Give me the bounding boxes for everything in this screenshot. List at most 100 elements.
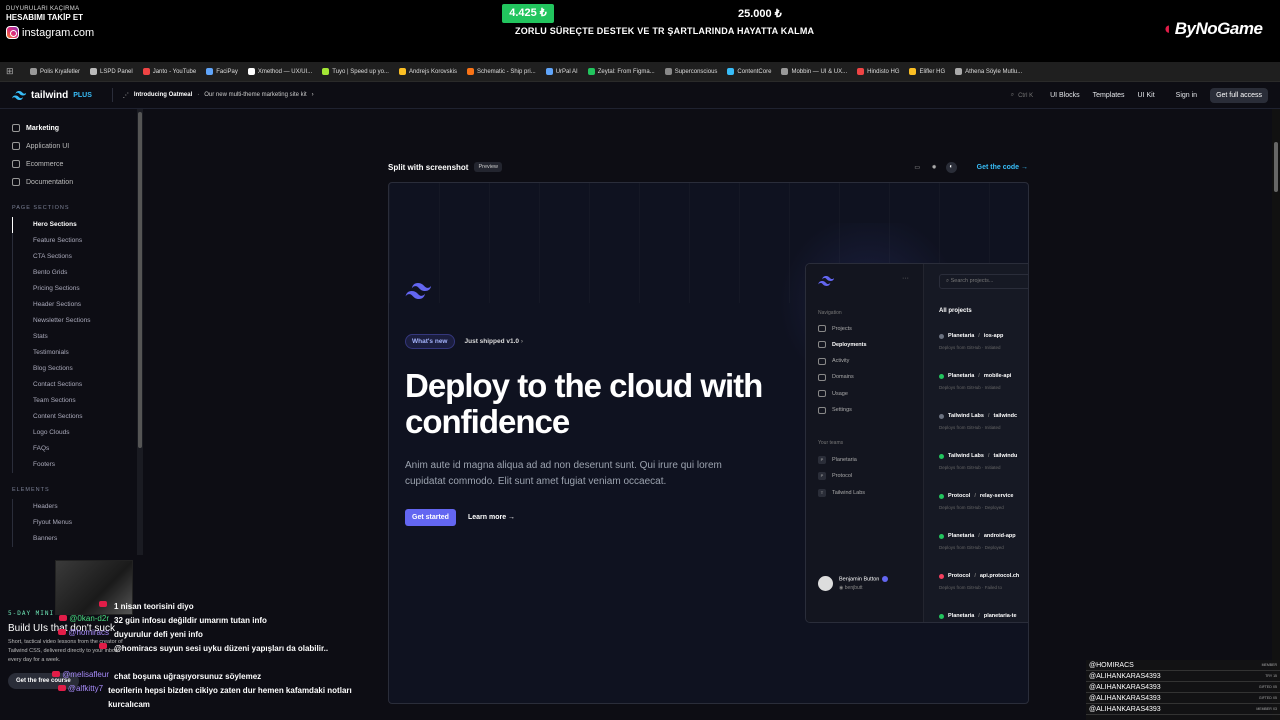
- page-scrollbar[interactable]: [1272, 109, 1280, 720]
- bookmark-item[interactable]: UrPal AI: [545, 68, 578, 75]
- app-team-item[interactable]: P Planetaria: [818, 456, 857, 464]
- bookmark-item[interactable]: Hindisto HG: [857, 68, 899, 75]
- app-search-input[interactable]: ⌕ Search projects...: [939, 274, 1028, 289]
- project-name: Planetaria / android-app: [939, 533, 1028, 539]
- bookmark-item[interactable]: Zeytal: From Figma...: [587, 68, 655, 75]
- sun-icon[interactable]: ✹: [929, 162, 940, 173]
- search-button[interactable]: ⌕ Ctrl K: [1011, 92, 1033, 99]
- sidebar-subitem[interactable]: Contact Sections: [12, 377, 144, 393]
- learn-more-link[interactable]: Learn more →: [468, 514, 515, 521]
- project-meta: Deploys from GitHub · Deployed: [939, 505, 1004, 510]
- just-shipped-link[interactable]: Just shipped v1.0 ›: [465, 338, 524, 345]
- project-row[interactable]: Planetaria / ios-app Deploys from GitHub · …: [939, 333, 1028, 350]
- project-row[interactable]: Planetaria / mobile-api Deploys from GitHub…: [939, 373, 1028, 390]
- sidebar-subitem[interactable]: CTA Sections: [12, 249, 144, 265]
- sidebar-subitem[interactable]: Footers: [12, 457, 144, 473]
- sidebar-item-label: Documentation: [26, 178, 74, 186]
- app-nav-item[interactable]: Usage: [818, 390, 848, 398]
- project-row[interactable]: Protocol / relay-service Deploys from GitHu…: [939, 493, 1028, 510]
- project-row[interactable]: Tailwind Labs / tailwindc Deploys from GitH…: [939, 413, 1028, 430]
- bookmark-item[interactable]: Xmethod — UX/UI...: [247, 68, 312, 75]
- sidebar-subitem[interactable]: FAQs: [12, 441, 144, 457]
- app-user[interactable]: Benjamin Button ◉ benjbutt: [818, 576, 889, 591]
- sidebar-subitem[interactable]: Headers: [12, 499, 144, 515]
- app-user-name-row: Benjamin Button: [839, 576, 889, 583]
- bookmark-item[interactable]: Tuyo | Speed up yo...: [322, 68, 389, 75]
- app-team-item[interactable]: P Protocol: [818, 472, 852, 481]
- nav-ui-blocks[interactable]: UI Blocks: [1050, 92, 1080, 99]
- monitor-icon[interactable]: ▭: [912, 162, 923, 173]
- bookmark-item[interactable]: Andrejs Korovskis: [398, 68, 457, 75]
- sidebar-subitem[interactable]: Content Sections: [12, 409, 144, 425]
- sidebar-subitem[interactable]: Newsletter Sections: [12, 313, 144, 329]
- sidebar-subitem[interactable]: Team Sections: [12, 393, 144, 409]
- preview-badge[interactable]: Preview: [474, 162, 503, 172]
- bookmark-item[interactable]: Schematic - Ship pri...: [467, 68, 536, 75]
- sidebar-subitem[interactable]: Testimonials: [12, 345, 144, 361]
- app-logo-icon: [818, 276, 834, 286]
- project-row[interactable]: Protocol / api.protocol.ch Deploys from Git…: [939, 573, 1028, 590]
- youtube-icon: [59, 615, 68, 621]
- bookmark-favicon-icon: [90, 68, 98, 75]
- sidebar-item-marketing[interactable]: Marketing: [0, 119, 144, 137]
- project-row[interactable]: Planetaria / android-app Deploys from GitHu…: [939, 533, 1028, 550]
- get-full-access-button[interactable]: Get full access: [1210, 88, 1268, 103]
- more-icon[interactable]: ···: [902, 275, 909, 282]
- sidebar-item-documentation[interactable]: Documentation: [0, 173, 144, 191]
- nav-templates[interactable]: Templates: [1093, 92, 1125, 99]
- app-team-item[interactable]: T Tailwind Labs: [818, 488, 866, 497]
- all-projects-heading: All projects: [939, 308, 972, 314]
- bookmark-item[interactable]: Janto - YouTube: [142, 68, 196, 75]
- project-row[interactable]: Tailwind Labs / tailwindu Deploys from GitH…: [939, 453, 1028, 470]
- tailwind-logo[interactable]: tailwind PLUS: [12, 90, 92, 101]
- bookmark-item[interactable]: Elifler HG: [909, 68, 945, 75]
- sidebar-subitem[interactable]: Bento Grids: [12, 265, 144, 281]
- sidebar-subitem[interactable]: Flyout Menus: [12, 515, 144, 531]
- bookmark-label: Mobbin — UI & UX...: [791, 68, 848, 75]
- app-nav-item[interactable]: Settings: [818, 406, 852, 414]
- moon-icon[interactable]: ◐: [945, 161, 957, 173]
- bookmark-item[interactable]: LSPD Panel: [90, 68, 133, 75]
- whats-new-pill[interactable]: What's new: [405, 334, 455, 349]
- bookmark-item[interactable]: Athena Söyle Mutlu...: [955, 68, 1022, 75]
- project-meta: Deploys from GitHub · Deployed: [939, 545, 1004, 550]
- sidebar-subitem[interactable]: Banners: [12, 531, 144, 547]
- apps-grid-icon[interactable]: ⊞: [6, 66, 20, 77]
- member-tag: GIFTED X5: [1258, 696, 1277, 700]
- app-team-name: Tailwind Labs: [832, 489, 866, 496]
- sidebar-subitem[interactable]: Pricing Sections: [12, 281, 144, 297]
- bookmark-item[interactable]: Mobbin — UI & UX...: [781, 68, 847, 75]
- bookmark-item[interactable]: ContentCore: [727, 68, 771, 75]
- get-started-button[interactable]: Get started: [405, 509, 456, 526]
- github-icon: ◉: [839, 584, 844, 591]
- bookmark-item[interactable]: Superconscious: [664, 68, 717, 75]
- app-nav-item[interactable]: Deployments: [818, 341, 867, 349]
- sidebar-item-ecommerce[interactable]: Ecommerce: [0, 155, 144, 173]
- nav-ui-kit[interactable]: UI Kit: [1138, 92, 1155, 99]
- member-row: @ALIHANKARAS4393 GIFTED X5: [1086, 682, 1280, 693]
- bookmark-label: Athena Söyle Mutlu...: [965, 68, 1023, 75]
- youtube-icon: [99, 601, 107, 607]
- sidebar-subitem[interactable]: Hero Sections: [12, 217, 144, 233]
- donation-target: 25.000 ₺: [738, 8, 782, 20]
- sidebar-subitem[interactable]: Feature Sections: [12, 233, 144, 249]
- sidebar-item-application-ui[interactable]: Application UI: [0, 137, 144, 155]
- project-repo: planetaria-te: [983, 613, 1017, 619]
- get-code-link[interactable]: Get the code →: [977, 164, 1028, 171]
- app-nav-item[interactable]: Activity: [818, 357, 849, 365]
- sidebar-subitem[interactable]: Logo Clouds: [12, 425, 144, 441]
- sidebar-subitem[interactable]: Header Sections: [12, 297, 144, 313]
- announcement[interactable]: ⋰ Introducing Oatmeal · Our new multi-th…: [111, 88, 314, 102]
- nav-sign-in[interactable]: Sign in: [1176, 92, 1197, 99]
- chat-message: @alfkitty7 teorilerin hepsi bizden cikiyo…: [48, 684, 368, 712]
- sidebar-scroll-thumb[interactable]: [138, 112, 142, 448]
- app-nav-item[interactable]: Projects: [818, 325, 852, 332]
- project-row[interactable]: Planetaria / planetaria-te: [939, 613, 1028, 619]
- bookmark-item[interactable]: FaciPay: [206, 68, 238, 75]
- bookmark-item[interactable]: Polis Kıyafetler: [30, 68, 80, 75]
- page-scroll-thumb[interactable]: [1274, 142, 1278, 192]
- live-chat: 1 nisan teorisini diyo @0kan-d2r 32 gün in…: [48, 600, 368, 712]
- sidebar-subitem[interactable]: Stats: [12, 329, 144, 345]
- sidebar-subitem[interactable]: Blog Sections: [12, 361, 144, 377]
- app-nav-item[interactable]: Domains: [818, 373, 854, 381]
